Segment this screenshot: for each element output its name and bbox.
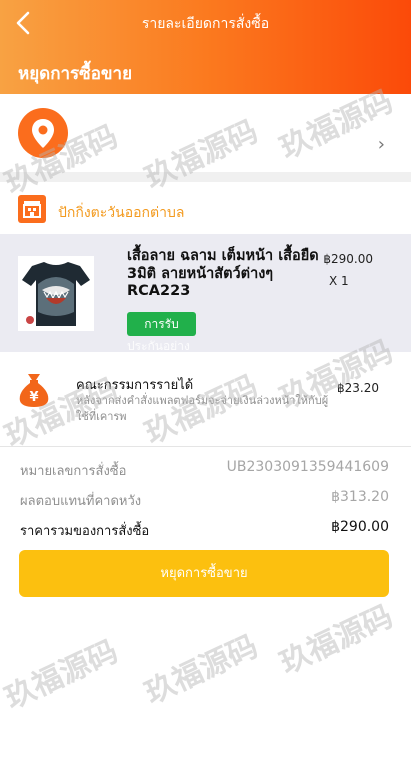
product-quantity: X 1 (329, 274, 349, 288)
location-pin-icon (18, 108, 68, 158)
shop-row[interactable]: ปักกิ่งตะวันออกต่าบล (0, 182, 411, 234)
watermark: 玖福源码 (139, 628, 264, 712)
watermark: 玖福源码 (274, 598, 399, 682)
product-image (18, 256, 94, 331)
order-total-label: ราคารวมของการสั่งซื้อ (20, 524, 150, 539)
shop-icon (18, 195, 46, 223)
commission-title: คณะกรรมการรายได้ (76, 378, 194, 393)
expected-return-label: ผลตอบแทนที่คาดหวัง (20, 494, 142, 509)
commission-value: ฿23.20 (337, 381, 379, 395)
address-row[interactable] (0, 94, 411, 172)
order-total-value: ฿290.00 (331, 519, 389, 535)
page-title: รายละเอียดการสั่งซื้อ (141, 16, 270, 32)
product-title: เสื้อลาย ฉลาม เต็มหน้า เสื้อยืด 3มิติ ลา… (127, 248, 319, 299)
expected-return-value: ฿313.20 (331, 489, 389, 505)
section-divider (0, 172, 411, 182)
order-number-label: หมายเลขการสั่งซื้อ (20, 464, 127, 479)
order-number-value: UB2303091359441609 (226, 459, 389, 475)
guarantee-badge: การรับ (127, 312, 196, 336)
stop-trading-button[interactable]: หยุดการซื้อขาย (19, 550, 389, 597)
commission-description: หลังจากส่งคำสั่งแพลตฟอร์มจะจ่ายเงินล่วงห… (76, 394, 329, 423)
header: รายละเอียดการสั่งซื้อ หยุดการซื้อขาย (0, 0, 411, 94)
watermark: 玖福源码 (0, 633, 124, 717)
commission-row: ¥ คณะกรรมการรายได้ หลังจากส่งคำสั่งแพลตฟ… (0, 352, 411, 442)
chevron-right-icon[interactable]: › (378, 134, 385, 155)
section-divider (0, 446, 411, 447)
product-card[interactable]: เสื้อลาย ฉลาม เต็มหน้า เสื้อยืด 3มิติ ลา… (0, 234, 411, 353)
order-status: หยุดการซื้อขาย (18, 64, 133, 84)
product-price: ฿290.00 (323, 252, 373, 266)
shop-name: ปักกิ่งตะวันออกต่าบล (58, 205, 185, 221)
svg-text:¥: ¥ (29, 390, 38, 405)
money-bag-icon: ¥ (19, 374, 49, 407)
